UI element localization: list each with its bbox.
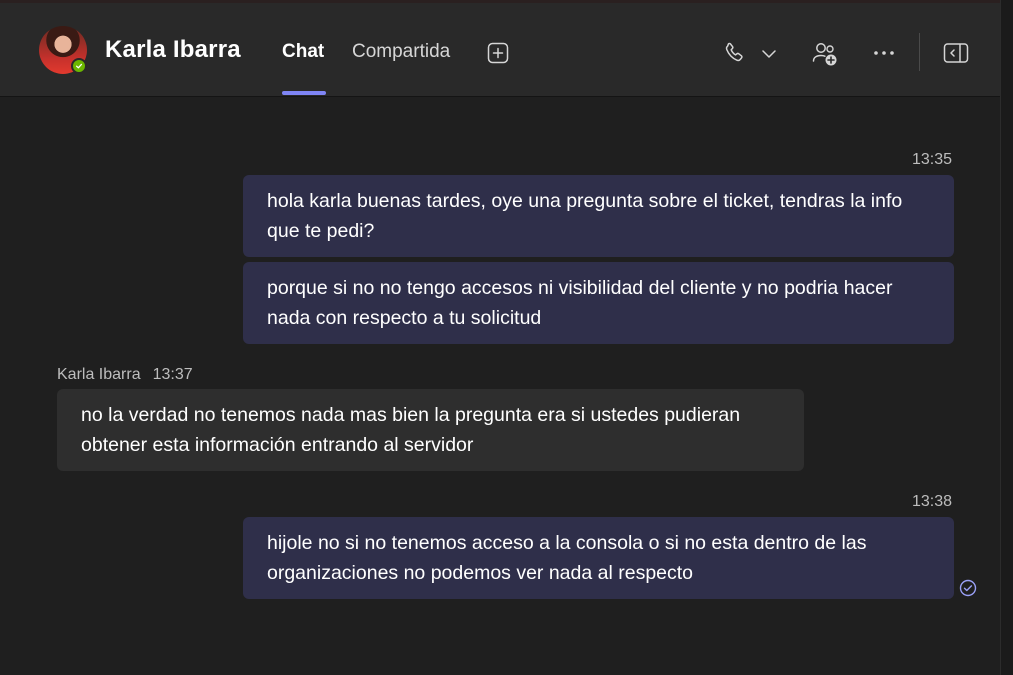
message-timestamp: 13:35: [912, 151, 953, 168]
message-bubble-outgoing[interactable]: porque si no no tengo accesos ni visibil…: [243, 262, 954, 344]
message-bubble-outgoing[interactable]: hijole no si no tenemos acceso a la cons…: [243, 517, 954, 599]
add-tab-icon[interactable]: [486, 41, 510, 65]
add-people-icon[interactable]: [810, 39, 840, 69]
tab-chat[interactable]: Chat: [282, 41, 324, 63]
side-panel-icon[interactable]: [942, 41, 970, 65]
tab-compartida[interactable]: Compartida: [352, 41, 450, 63]
presence-available-icon: [71, 58, 87, 74]
chat-header: Karla Ibarra Chat Compartida: [0, 3, 1000, 97]
more-options-icon[interactable]: [872, 45, 896, 61]
message-bubble-incoming[interactable]: no la verdad no tenemos nada mas bien la…: [57, 389, 804, 471]
chevron-down-icon[interactable]: [760, 47, 778, 61]
contact-name[interactable]: Karla Ibarra: [105, 36, 241, 64]
message-timestamp: 13:37: [152, 366, 193, 383]
active-tab-indicator: [282, 91, 326, 95]
header-divider: [919, 33, 920, 71]
phone-icon[interactable]: [721, 40, 747, 66]
read-receipt-icon: [959, 579, 977, 597]
message-bubble-outgoing[interactable]: hola karla buenas tardes, oye una pregun…: [243, 175, 954, 257]
message-timestamp: 13:38: [912, 493, 953, 510]
sender-name[interactable]: Karla Ibarra: [57, 366, 141, 383]
window-edge: [1000, 0, 1013, 675]
message-meta: Karla Ibarra 13:37: [57, 366, 193, 384]
